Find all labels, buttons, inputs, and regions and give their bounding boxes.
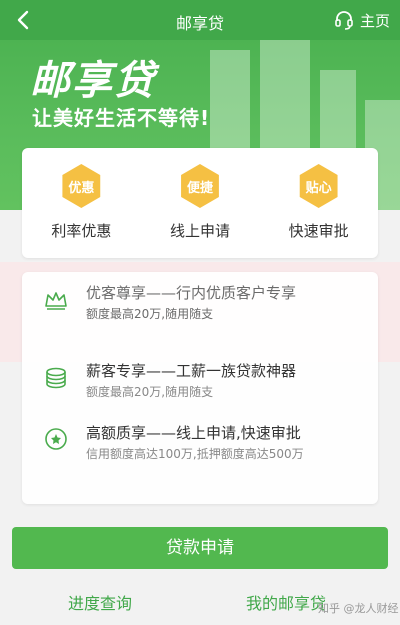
product-desc: 额度最高20万,随用随支 xyxy=(86,307,214,321)
slogan: 让美好生活不等待! xyxy=(32,106,211,130)
product-title: 优客尊享——行内优质客户专享 xyxy=(86,284,297,302)
feature-label: 线上申请 xyxy=(169,222,230,240)
headset-icon xyxy=(335,11,353,30)
product-title: 高额质享——线上申请,快速审批 xyxy=(86,424,301,442)
watermark: 知乎 @龙人财经 xyxy=(318,602,399,615)
product-desc: 信用额度高达100万,抵押额度高达500万 xyxy=(86,447,304,461)
feature-card: 优惠 利率优惠 便捷 线上申请 贴心 快速审批 xyxy=(22,148,378,258)
top-bar: 邮享贷 主页 xyxy=(0,0,400,40)
list-item[interactable]: 薪客专享——工薪一族贷款神器 额度最高20万,随用随支 xyxy=(22,350,378,414)
home-label: 主页 xyxy=(359,11,390,30)
feature-label: 快速审批 xyxy=(288,222,349,240)
product-list: 优客尊享——行内优质客户专享 额度最高20万,随用随支 薪客专享——工薪一族贷款… xyxy=(22,272,378,504)
feature-online: 便捷 线上申请 xyxy=(150,164,250,258)
home-button[interactable]: 主页 xyxy=(334,8,390,32)
feature-approval: 贴心 快速审批 xyxy=(269,164,369,258)
product-title: 薪客专享——工薪一族贷款神器 xyxy=(86,362,297,380)
product-desc: 额度最高20万,随用随支 xyxy=(86,385,214,399)
list-item[interactable]: 优客尊享——行内优质客户专享 额度最高20万,随用随支 xyxy=(22,272,378,336)
hexagon-badge-icon: 优惠 xyxy=(62,164,101,208)
medal-icon xyxy=(45,428,67,450)
hexagon-badge-icon: 贴心 xyxy=(299,164,338,208)
crown-icon xyxy=(45,292,67,310)
list-item[interactable]: 高额质享——线上申请,快速审批 信用额度高达100万,抵押额度高达500万 xyxy=(22,412,378,476)
feature-label: 利率优惠 xyxy=(51,222,112,240)
brand-title: 邮享贷 xyxy=(30,58,156,104)
feature-rate: 优惠 利率优惠 xyxy=(31,164,131,258)
hexagon-badge-icon: 便捷 xyxy=(181,164,219,208)
progress-query-link[interactable]: 进度查询 xyxy=(68,590,132,614)
coins-icon xyxy=(46,367,66,389)
my-loan-link[interactable]: 我的邮享贷 xyxy=(246,590,326,614)
loan-apply-button[interactable]: 贷款申请 xyxy=(12,527,388,569)
